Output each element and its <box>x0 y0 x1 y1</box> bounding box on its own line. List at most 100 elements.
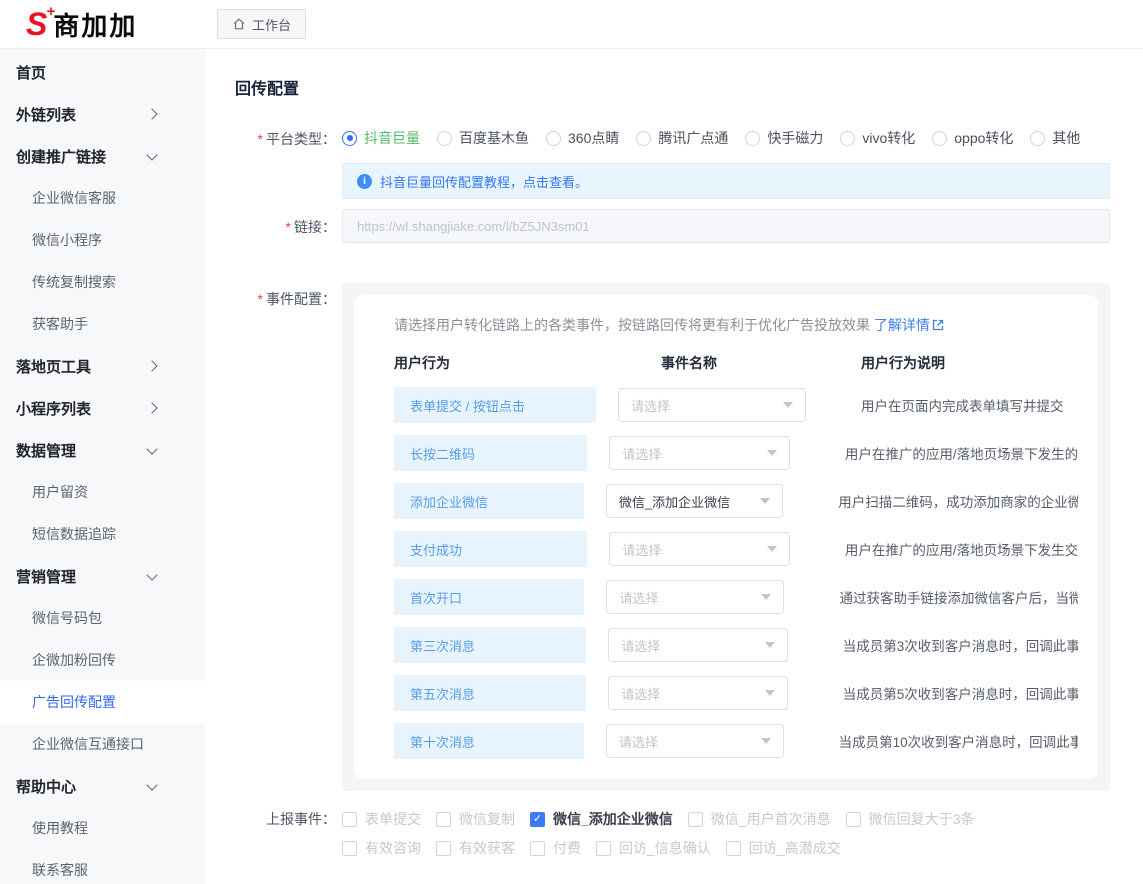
checkbox-wechat-add-wecom[interactable]: ✓微信_添加企业微信 <box>530 809 673 829</box>
sidebar-item-label: 微信小程序 <box>32 230 102 250</box>
radio-label: 快手磁力 <box>767 128 823 148</box>
report-checkbox-group: 表单提交 微信复制 ✓微信_添加企业微信 微信_用户首次消息 微信回复大于3条 … <box>342 803 1110 858</box>
sidebar-item-home[interactable]: 首页 <box>0 51 205 93</box>
checkbox-label: 微信_用户首次消息 <box>711 809 831 829</box>
sidebar-item-copy-search[interactable]: 传统复制搜索 <box>0 261 205 303</box>
select-placeholder: 请选择 <box>619 732 761 751</box>
sidebar-item-wecom-fans-callback[interactable]: 企微加粉回传 <box>0 639 205 681</box>
sidebar-item-user-leads[interactable]: 用户留资 <box>0 471 205 513</box>
sidebar-item-label: 外链列表 <box>16 104 76 125</box>
behavior-chip[interactable]: 长按二维码 <box>394 435 587 471</box>
event-select[interactable]: 请选择 <box>618 388 806 422</box>
behavior-desc: 当成员第10次收到客户消息时，回调此事... <box>839 731 1078 751</box>
learn-more-link[interactable]: 了解详情 <box>874 317 944 333</box>
sidebar-item-tutorials[interactable]: 使用教程 <box>0 807 205 849</box>
platform-radio-group: 抖音巨量 百度基木鱼 360点睛 腾讯广点通 快手磁力 vivo转化 oppo转… <box>342 121 1110 148</box>
chevron-down-icon <box>146 779 157 790</box>
sidebar-item-sms-tracking[interactable]: 短信数据追踪 <box>0 513 205 555</box>
sidebar-item-data-management[interactable]: 数据管理 <box>0 429 205 471</box>
behavior-chip[interactable]: 添加企业微信 <box>394 483 584 519</box>
behavior-desc: 用户在页面内完成表单填写并提交 <box>861 395 1064 415</box>
sidebar-item-wechat-number-pack[interactable]: 微信号码包 <box>0 597 205 639</box>
behavior-chip[interactable]: 第十次消息 <box>394 723 584 759</box>
workspace-tab[interactable]: 工作台 <box>217 9 306 39</box>
radio-kuaishou-cili[interactable]: 快手磁力 <box>745 128 823 148</box>
checkbox-label: 回访_信息确认 <box>619 838 711 858</box>
radio-other[interactable]: 其他 <box>1030 128 1080 148</box>
sidebar-item-label: 帮助中心 <box>16 776 76 797</box>
sidebar-item-miniprogram-list[interactable]: 小程序列表 <box>0 387 205 429</box>
radio-label: 其他 <box>1052 128 1080 148</box>
radio-label: 腾讯广点通 <box>658 128 728 148</box>
chevron-right-icon <box>146 108 157 119</box>
checkbox-label: 有效获客 <box>459 838 515 858</box>
caret-down-icon <box>767 546 777 552</box>
sidebar-item-landing-tools[interactable]: 落地页工具 <box>0 345 205 387</box>
radio-icon <box>745 131 760 146</box>
sidebar-item-wecom-api[interactable]: 企业微信互通接口 <box>0 723 205 765</box>
event-table-header: 用户行为 事件名称 用户行为说明 <box>354 353 1078 373</box>
radio-oppo[interactable]: oppo转化 <box>932 128 1013 148</box>
checkbox-label: 微信回复大于3条 <box>869 809 975 829</box>
radio-baidu-jimuyu[interactable]: 百度基木鱼 <box>437 128 529 148</box>
sidebar-item-wecom-service[interactable]: 企业微信客服 <box>0 177 205 219</box>
radio-label: 360点睛 <box>568 128 619 148</box>
sidebar-item-label: 联系客服 <box>32 860 88 880</box>
behavior-chip[interactable]: 表单提交 / 按钮点击 <box>394 387 596 423</box>
radio-tencent-guangdiantong[interactable]: 腾讯广点通 <box>636 128 728 148</box>
checkbox-label: 微信_添加企业微信 <box>553 809 673 829</box>
tutorial-notice-link[interactable]: 抖音巨量回传配置教程，点击查看。 <box>380 172 588 191</box>
checkbox-icon <box>342 841 357 856</box>
behavior-chip[interactable]: 支付成功 <box>394 531 587 567</box>
sidebar-item-marketing-management[interactable]: 营销管理 <box>0 555 205 597</box>
sidebar-item-wechat-miniprogram[interactable]: 微信小程序 <box>0 219 205 261</box>
event-select[interactable]: 请选择 <box>609 436 789 470</box>
top-header: S+ 商加加 工作台 <box>0 0 1143 49</box>
select-placeholder: 请选择 <box>621 684 765 703</box>
select-placeholder: 请选择 <box>622 540 766 559</box>
event-select[interactable]: 微信_添加企业微信 <box>606 484 783 518</box>
checkbox-label: 回访_高潜成交 <box>749 838 841 858</box>
behavior-desc: 用户在推广的应用/落地页场景下发生的... <box>845 443 1078 463</box>
behavior-chip[interactable]: 第三次消息 <box>394 627 586 663</box>
behavior-desc: 通过获客助手链接添加微信客户后，当微... <box>839 587 1078 607</box>
sidebar-item-label: 企微加粉回传 <box>32 650 116 670</box>
radio-douyin-juliang[interactable]: 抖音巨量 <box>342 128 420 148</box>
platform-type-label: *平台类型： <box>235 121 336 149</box>
radio-icon <box>437 131 452 146</box>
sidebar-item-external-links[interactable]: 外链列表 <box>0 93 205 135</box>
sidebar-item-label: 数据管理 <box>16 440 76 461</box>
radio-360-dianjing[interactable]: 360点睛 <box>546 128 619 148</box>
caret-down-icon <box>760 498 770 504</box>
behavior-chip[interactable]: 首次开口 <box>394 579 584 615</box>
radio-icon <box>636 131 651 146</box>
checkbox-valid-consult: 有效咨询 <box>342 838 421 858</box>
sidebar-item-contact-support[interactable]: 联系客服 <box>0 849 205 884</box>
event-row-add-wecom: 添加企业微信 微信_添加企业微信 用户扫描二维码，成功添加商家的企业微信 <box>354 483 1078 519</box>
radio-vivo[interactable]: vivo转化 <box>840 128 915 148</box>
radio-label: 抖音巨量 <box>364 128 420 148</box>
chevron-down-icon <box>146 443 157 454</box>
report-events-label: 上报事件： <box>235 803 336 858</box>
event-select[interactable]: 请选择 <box>606 580 784 614</box>
sidebar-item-label: 企业微信客服 <box>32 188 116 208</box>
chevron-down-icon <box>146 569 157 580</box>
select-placeholder: 请选择 <box>621 636 765 655</box>
tutorial-notice-banner: i 抖音巨量回传配置教程，点击查看。 <box>342 163 1110 199</box>
event-select[interactable]: 请选择 <box>609 532 789 566</box>
behavior-desc: 用户在推广的应用/落地页场景下发生交... <box>845 539 1078 559</box>
event-select[interactable]: 请选择 <box>606 724 784 758</box>
radio-icon <box>546 131 561 146</box>
event-select[interactable]: 请选择 <box>608 628 788 662</box>
event-select[interactable]: 请选择 <box>608 676 788 710</box>
app-window: S+ 商加加 工作台 首页 外链列表 创建推广链接 企业微信客服 微信小程序 传… <box>0 0 1143 884</box>
radio-label: oppo转化 <box>954 128 1013 148</box>
sidebar-item-create-promo-link[interactable]: 创建推广链接 <box>0 135 205 177</box>
sidebar-item-label: 微信号码包 <box>32 608 102 628</box>
sidebar-item-help-center[interactable]: 帮助中心 <box>0 765 205 807</box>
sidebar-item-ad-callback-config[interactable]: 广告回传配置 <box>0 681 205 723</box>
sidebar-item-label: 获客助手 <box>32 314 88 334</box>
sidebar-item-customer-assistant[interactable]: 获客助手 <box>0 303 205 345</box>
behavior-chip[interactable]: 第五次消息 <box>394 675 586 711</box>
link-input[interactable]: https://wl.shangjiake.com/l/bZ5JN3sm01 <box>342 209 1110 243</box>
